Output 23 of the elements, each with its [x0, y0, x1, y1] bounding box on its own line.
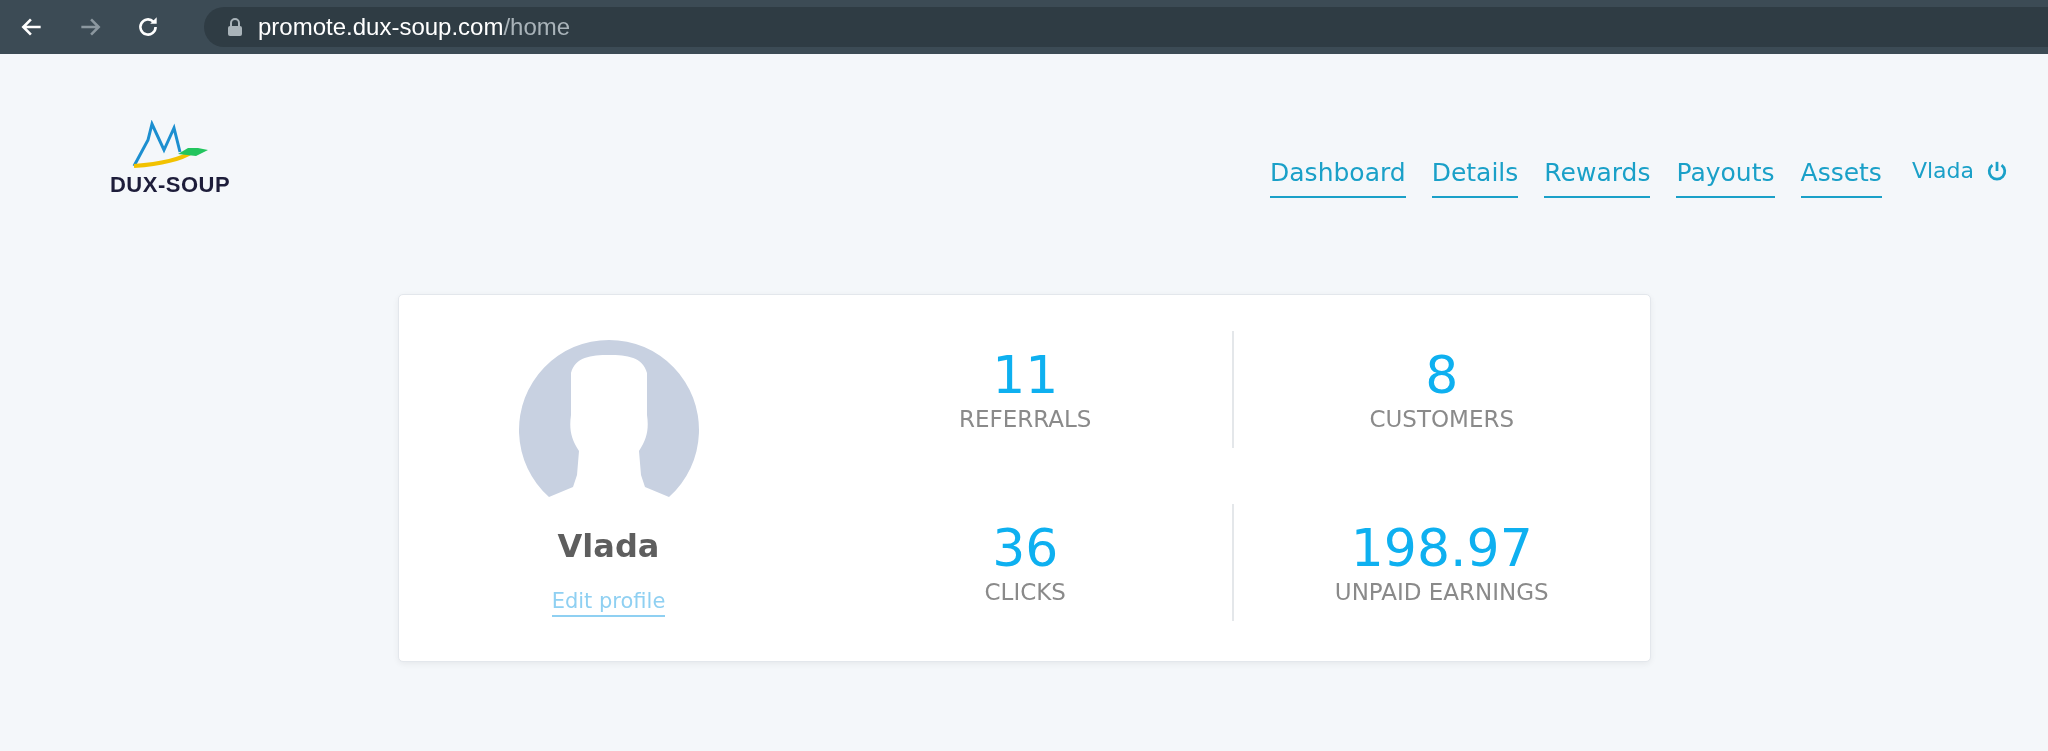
url-host: promote.dux-soup.com	[258, 13, 504, 41]
power-icon[interactable]	[1986, 159, 2008, 182]
stat-label: CUSTOMERS	[1369, 406, 1515, 433]
stat-value: 8	[1425, 346, 1459, 405]
nav-link[interactable]: Payouts	[1676, 158, 1775, 198]
nav-link[interactable]: Assets	[1800, 158, 1882, 198]
stat-label: CLICKS	[984, 579, 1066, 606]
address-bar[interactable]: promote.dux-soup.com/home	[204, 7, 2048, 47]
stat-label: UNPAID EARNINGS	[1334, 579, 1549, 606]
bird-logo-icon	[130, 120, 210, 168]
edit-profile-link[interactable]: Edit profile	[551, 589, 666, 617]
nav-link[interactable]: Dashboard	[1270, 158, 1406, 198]
stat-value: 11	[992, 346, 1059, 405]
stat-label: REFERRALS	[959, 406, 1092, 433]
stat-value: 36	[992, 519, 1059, 578]
stat-value: 198.97	[1350, 519, 1533, 578]
lock-icon	[228, 18, 242, 36]
user-name: Vlada	[1911, 158, 1974, 183]
nav-link[interactable]: Details	[1431, 158, 1519, 198]
logo-text: DUX-SOUP	[109, 172, 231, 198]
profile-name: Vlada	[557, 527, 660, 565]
url-path: /home	[503, 13, 571, 41]
nav-link[interactable]: Rewards	[1544, 158, 1651, 198]
